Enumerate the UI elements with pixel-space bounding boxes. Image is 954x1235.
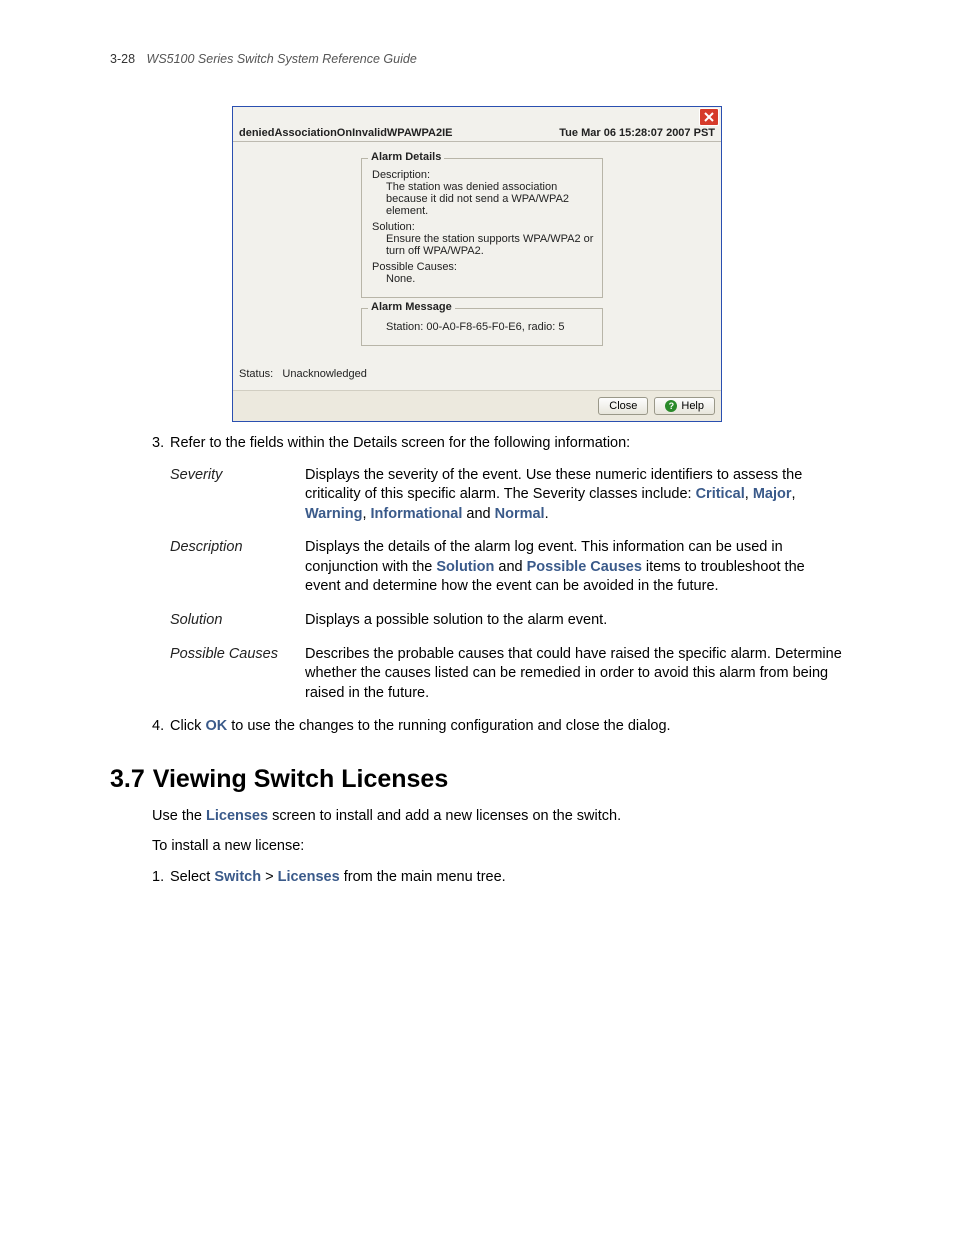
description-text: The station was denied association becau… <box>372 181 594 217</box>
alarm-message-text: Station: 00-A0-F8-65-F0-E6, radio: 5 <box>372 321 594 333</box>
alarm-message-legend: Alarm Message <box>368 301 455 313</box>
doc-title: WS5100 Series Switch System Reference Gu… <box>147 52 417 66</box>
section-heading: 3.7 Viewing Switch Licenses <box>110 765 844 794</box>
alarm-details-legend: Alarm Details <box>368 151 444 163</box>
def-solution: Solution Displays a possible solution to… <box>170 611 844 631</box>
desc-possible-causes: Describes the probable causes that could… <box>305 645 844 704</box>
section-number: 3.7 <box>110 765 145 793</box>
solution-text: Ensure the station supports WPA/WPA2 or … <box>372 233 594 257</box>
desc-severity: Displays the severity of the event. Use … <box>305 466 844 525</box>
install-intro: To install a new license: <box>152 836 844 856</box>
def-description: Description Displays the details of the … <box>170 538 844 597</box>
term-possible-causes: Possible Causes <box>170 645 305 704</box>
term-solution: Solution <box>170 611 305 631</box>
status-value: Unacknowledged <box>282 368 366 380</box>
help-icon: ? <box>665 400 677 412</box>
solution-label: Solution: <box>372 221 594 233</box>
dialog-title: deniedAssociationOnInvalidWPAWPA2IE <box>239 127 453 139</box>
close-button-label: Close <box>609 400 637 412</box>
def-possible-causes: Possible Causes Describes the probable c… <box>170 645 844 704</box>
dialog-timestamp: Tue Mar 06 15:28:07 2007 PST <box>559 127 715 139</box>
desc-solution: Displays a possible solution to the alar… <box>305 611 844 631</box>
close-button[interactable]: Close <box>598 397 648 415</box>
alarm-details-fieldset: Alarm Details Description: The station w… <box>361 158 603 298</box>
step-3: 3.Refer to the fields within the Details… <box>170 434 844 454</box>
possible-causes-label: Possible Causes: <box>372 261 594 273</box>
close-icon[interactable] <box>699 108 719 126</box>
step-number: 1. <box>152 868 170 888</box>
step-3-text: Refer to the fields within the Details s… <box>170 435 630 451</box>
step-number: 4. <box>152 717 170 737</box>
possible-causes-text: None. <box>372 273 594 285</box>
help-button[interactable]: ? Help <box>654 397 715 415</box>
help-button-label: Help <box>681 400 704 412</box>
step-number: 3. <box>152 434 170 454</box>
desc-description: Displays the details of the alarm log ev… <box>305 538 844 597</box>
running-header: 3-28 WS5100 Series Switch System Referen… <box>110 52 844 66</box>
alarm-message-fieldset: Alarm Message Station: 00-A0-F8-65-F0-E6… <box>361 308 603 346</box>
status-label: Status: <box>239 368 273 380</box>
term-description: Description <box>170 538 305 597</box>
dialog-screenshot: deniedAssociationOnInvalidWPAWPA2IE Tue … <box>232 106 722 422</box>
page-number: 3-28 <box>110 52 135 66</box>
def-severity: Severity Displays the severity of the ev… <box>170 466 844 525</box>
status-row: Status: Unacknowledged <box>233 360 721 390</box>
section-title: Viewing Switch Licenses <box>153 765 448 793</box>
description-label: Description: <box>372 169 594 181</box>
term-severity: Severity <box>170 466 305 525</box>
step-1b: 1.Select Switch > Licenses from the main… <box>170 868 844 888</box>
step-4: 4.Click OK to use the changes to the run… <box>170 717 844 737</box>
licenses-intro: Use the Licenses screen to install and a… <box>152 806 844 826</box>
